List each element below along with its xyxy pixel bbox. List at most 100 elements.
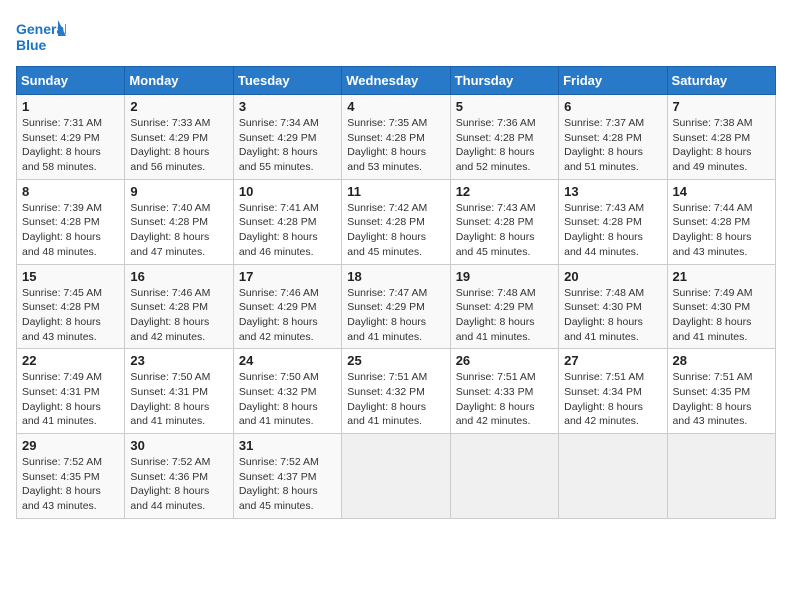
- day-number: 6: [564, 99, 661, 114]
- day-number: 30: [130, 438, 227, 453]
- calendar-cell: 15 Sunrise: 7:45 AM Sunset: 4:28 PM Dayl…: [17, 264, 125, 349]
- day-number: 5: [456, 99, 553, 114]
- calendar-cell: 19 Sunrise: 7:48 AM Sunset: 4:29 PM Dayl…: [450, 264, 558, 349]
- day-info: Sunrise: 7:46 AM Sunset: 4:28 PM Dayligh…: [130, 286, 227, 345]
- day-info: Sunrise: 7:43 AM Sunset: 4:28 PM Dayligh…: [564, 201, 661, 260]
- calendar-cell: 31 Sunrise: 7:52 AM Sunset: 4:37 PM Dayl…: [233, 434, 341, 519]
- col-header-wednesday: Wednesday: [342, 67, 450, 95]
- calendar-cell: 1 Sunrise: 7:31 AM Sunset: 4:29 PM Dayli…: [17, 95, 125, 180]
- day-info: Sunrise: 7:45 AM Sunset: 4:28 PM Dayligh…: [22, 286, 119, 345]
- col-header-tuesday: Tuesday: [233, 67, 341, 95]
- calendar-cell: 3 Sunrise: 7:34 AM Sunset: 4:29 PM Dayli…: [233, 95, 341, 180]
- col-header-friday: Friday: [559, 67, 667, 95]
- day-number: 27: [564, 353, 661, 368]
- calendar-cell: 26 Sunrise: 7:51 AM Sunset: 4:33 PM Dayl…: [450, 349, 558, 434]
- svg-text:Blue: Blue: [16, 37, 47, 53]
- day-number: 18: [347, 269, 444, 284]
- day-info: Sunrise: 7:50 AM Sunset: 4:32 PM Dayligh…: [239, 370, 336, 429]
- day-info: Sunrise: 7:35 AM Sunset: 4:28 PM Dayligh…: [347, 116, 444, 175]
- logo: General Blue: [16, 16, 66, 58]
- calendar-week-4: 22 Sunrise: 7:49 AM Sunset: 4:31 PM Dayl…: [17, 349, 776, 434]
- day-info: Sunrise: 7:38 AM Sunset: 4:28 PM Dayligh…: [673, 116, 770, 175]
- day-info: Sunrise: 7:44 AM Sunset: 4:28 PM Dayligh…: [673, 201, 770, 260]
- calendar-cell: 16 Sunrise: 7:46 AM Sunset: 4:28 PM Dayl…: [125, 264, 233, 349]
- day-info: Sunrise: 7:36 AM Sunset: 4:28 PM Dayligh…: [456, 116, 553, 175]
- calendar-cell: 23 Sunrise: 7:50 AM Sunset: 4:31 PM Dayl…: [125, 349, 233, 434]
- col-header-thursday: Thursday: [450, 67, 558, 95]
- day-info: Sunrise: 7:33 AM Sunset: 4:29 PM Dayligh…: [130, 116, 227, 175]
- day-number: 31: [239, 438, 336, 453]
- calendar-cell: 27 Sunrise: 7:51 AM Sunset: 4:34 PM Dayl…: [559, 349, 667, 434]
- col-header-saturday: Saturday: [667, 67, 775, 95]
- calendar-cell: 6 Sunrise: 7:37 AM Sunset: 4:28 PM Dayli…: [559, 95, 667, 180]
- day-info: Sunrise: 7:49 AM Sunset: 4:31 PM Dayligh…: [22, 370, 119, 429]
- day-number: 21: [673, 269, 770, 284]
- day-info: Sunrise: 7:34 AM Sunset: 4:29 PM Dayligh…: [239, 116, 336, 175]
- day-info: Sunrise: 7:49 AM Sunset: 4:30 PM Dayligh…: [673, 286, 770, 345]
- calendar-cell: 13 Sunrise: 7:43 AM Sunset: 4:28 PM Dayl…: [559, 179, 667, 264]
- day-number: 26: [456, 353, 553, 368]
- day-info: Sunrise: 7:48 AM Sunset: 4:30 PM Dayligh…: [564, 286, 661, 345]
- day-number: 7: [673, 99, 770, 114]
- day-number: 24: [239, 353, 336, 368]
- calendar-cell: 4 Sunrise: 7:35 AM Sunset: 4:28 PM Dayli…: [342, 95, 450, 180]
- day-number: 12: [456, 184, 553, 199]
- day-number: 22: [22, 353, 119, 368]
- day-info: Sunrise: 7:51 AM Sunset: 4:32 PM Dayligh…: [347, 370, 444, 429]
- day-number: 29: [22, 438, 119, 453]
- day-info: Sunrise: 7:51 AM Sunset: 4:33 PM Dayligh…: [456, 370, 553, 429]
- logo-icon: General Blue: [16, 16, 66, 58]
- day-info: Sunrise: 7:41 AM Sunset: 4:28 PM Dayligh…: [239, 201, 336, 260]
- col-header-monday: Monday: [125, 67, 233, 95]
- calendar-cell: 20 Sunrise: 7:48 AM Sunset: 4:30 PM Dayl…: [559, 264, 667, 349]
- day-number: 4: [347, 99, 444, 114]
- day-info: Sunrise: 7:51 AM Sunset: 4:34 PM Dayligh…: [564, 370, 661, 429]
- calendar-cell: 30 Sunrise: 7:52 AM Sunset: 4:36 PM Dayl…: [125, 434, 233, 519]
- day-number: 19: [456, 269, 553, 284]
- day-info: Sunrise: 7:43 AM Sunset: 4:28 PM Dayligh…: [456, 201, 553, 260]
- calendar-cell: 18 Sunrise: 7:47 AM Sunset: 4:29 PM Dayl…: [342, 264, 450, 349]
- calendar-week-5: 29 Sunrise: 7:52 AM Sunset: 4:35 PM Dayl…: [17, 434, 776, 519]
- day-number: 8: [22, 184, 119, 199]
- calendar-week-3: 15 Sunrise: 7:45 AM Sunset: 4:28 PM Dayl…: [17, 264, 776, 349]
- day-info: Sunrise: 7:39 AM Sunset: 4:28 PM Dayligh…: [22, 201, 119, 260]
- calendar-cell: 25 Sunrise: 7:51 AM Sunset: 4:32 PM Dayl…: [342, 349, 450, 434]
- day-number: 16: [130, 269, 227, 284]
- day-number: 17: [239, 269, 336, 284]
- day-info: Sunrise: 7:42 AM Sunset: 4:28 PM Dayligh…: [347, 201, 444, 260]
- day-info: Sunrise: 7:40 AM Sunset: 4:28 PM Dayligh…: [130, 201, 227, 260]
- calendar-cell: 21 Sunrise: 7:49 AM Sunset: 4:30 PM Dayl…: [667, 264, 775, 349]
- day-info: Sunrise: 7:46 AM Sunset: 4:29 PM Dayligh…: [239, 286, 336, 345]
- calendar-week-2: 8 Sunrise: 7:39 AM Sunset: 4:28 PM Dayli…: [17, 179, 776, 264]
- calendar-week-1: 1 Sunrise: 7:31 AM Sunset: 4:29 PM Dayli…: [17, 95, 776, 180]
- day-info: Sunrise: 7:31 AM Sunset: 4:29 PM Dayligh…: [22, 116, 119, 175]
- day-info: Sunrise: 7:37 AM Sunset: 4:28 PM Dayligh…: [564, 116, 661, 175]
- calendar-cell: 10 Sunrise: 7:41 AM Sunset: 4:28 PM Dayl…: [233, 179, 341, 264]
- day-number: 11: [347, 184, 444, 199]
- calendar-cell: 9 Sunrise: 7:40 AM Sunset: 4:28 PM Dayli…: [125, 179, 233, 264]
- calendar-cell: [342, 434, 450, 519]
- day-number: 25: [347, 353, 444, 368]
- day-info: Sunrise: 7:47 AM Sunset: 4:29 PM Dayligh…: [347, 286, 444, 345]
- calendar-cell: 7 Sunrise: 7:38 AM Sunset: 4:28 PM Dayli…: [667, 95, 775, 180]
- calendar-cell: 5 Sunrise: 7:36 AM Sunset: 4:28 PM Dayli…: [450, 95, 558, 180]
- calendar-cell: 24 Sunrise: 7:50 AM Sunset: 4:32 PM Dayl…: [233, 349, 341, 434]
- calendar-cell: 12 Sunrise: 7:43 AM Sunset: 4:28 PM Dayl…: [450, 179, 558, 264]
- calendar-cell: [559, 434, 667, 519]
- calendar-cell: [450, 434, 558, 519]
- day-number: 15: [22, 269, 119, 284]
- day-info: Sunrise: 7:51 AM Sunset: 4:35 PM Dayligh…: [673, 370, 770, 429]
- day-number: 3: [239, 99, 336, 114]
- day-number: 13: [564, 184, 661, 199]
- calendar-cell: [667, 434, 775, 519]
- day-number: 14: [673, 184, 770, 199]
- calendar-cell: 14 Sunrise: 7:44 AM Sunset: 4:28 PM Dayl…: [667, 179, 775, 264]
- day-number: 10: [239, 184, 336, 199]
- day-number: 9: [130, 184, 227, 199]
- page-header: General Blue: [16, 16, 776, 58]
- day-number: 28: [673, 353, 770, 368]
- day-number: 23: [130, 353, 227, 368]
- day-info: Sunrise: 7:50 AM Sunset: 4:31 PM Dayligh…: [130, 370, 227, 429]
- calendar-cell: 2 Sunrise: 7:33 AM Sunset: 4:29 PM Dayli…: [125, 95, 233, 180]
- calendar-cell: 28 Sunrise: 7:51 AM Sunset: 4:35 PM Dayl…: [667, 349, 775, 434]
